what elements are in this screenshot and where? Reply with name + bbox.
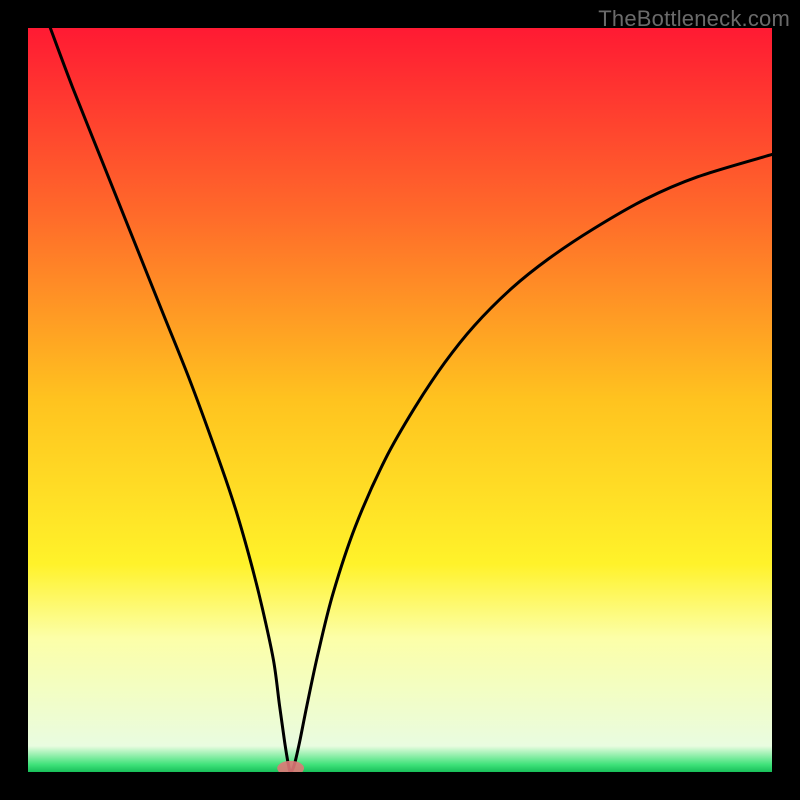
gradient-background: [28, 28, 772, 772]
chart-frame: TheBottleneck.com: [0, 0, 800, 800]
chart-svg: [28, 28, 772, 772]
plot-area: [28, 28, 772, 772]
